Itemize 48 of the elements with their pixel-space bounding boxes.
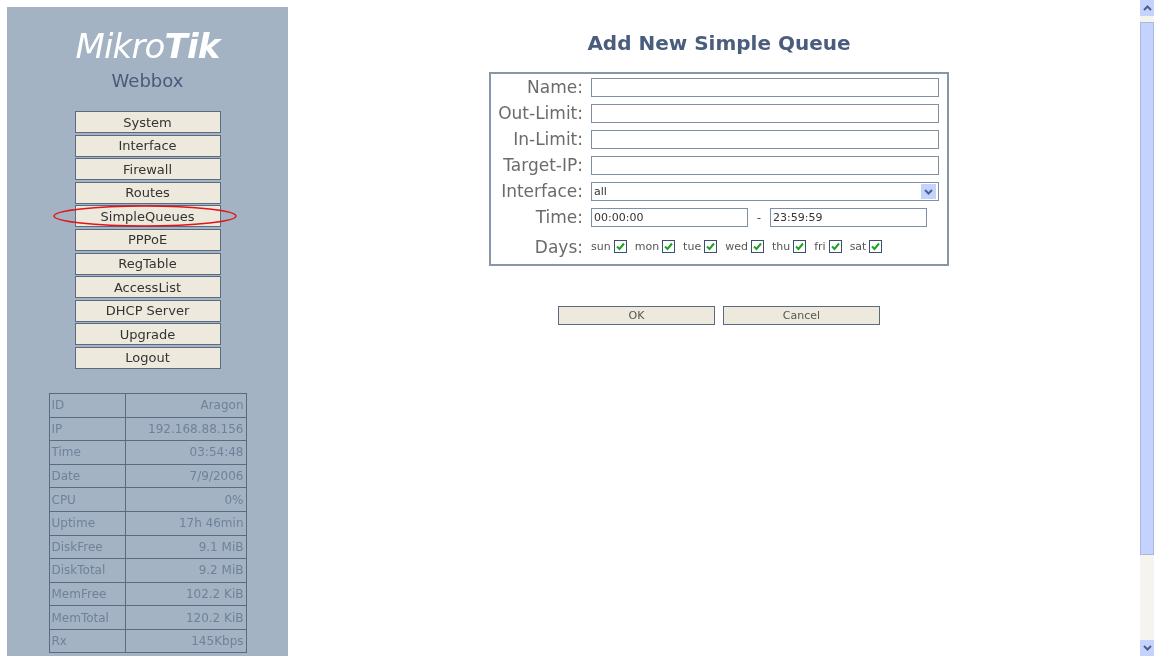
text-field[interactable]	[591, 104, 939, 123]
day-label: mon	[634, 238, 660, 255]
day-label: tue	[683, 238, 702, 255]
scrollbar[interactable]	[1140, 0, 1154, 656]
form-button[interactable]: OK	[558, 306, 715, 325]
menu-button[interactable]: Upgrade	[74, 323, 221, 346]
field-label: Out-Limit:	[497, 105, 584, 122]
scroll-down-icon[interactable]	[1140, 640, 1154, 656]
scroll-thumb[interactable]	[1140, 22, 1154, 555]
day-checkbox[interactable]	[613, 240, 627, 254]
page-title: Add New Simple Queue	[587, 30, 851, 57]
day-label: wed	[725, 238, 748, 255]
text-field[interactable]	[591, 156, 939, 175]
menu-button[interactable]: RegTable	[74, 252, 221, 275]
form-button[interactable]: Cancel	[723, 306, 880, 325]
menu-button[interactable]: AccessList	[74, 276, 221, 299]
interface-dropdown[interactable]: all	[591, 182, 939, 201]
menu-button[interactable]: Routes	[74, 181, 221, 204]
day-checkbox[interactable]	[793, 240, 807, 254]
day-checkbox[interactable]	[828, 240, 842, 254]
field-label: Interface:	[500, 183, 584, 200]
field-label: Days:	[533, 238, 584, 256]
field-label: Time:	[534, 209, 584, 226]
text-field[interactable]	[591, 78, 939, 97]
menu-button[interactable]: Logout	[74, 346, 221, 369]
brand-logo: MikroTik	[75, 29, 220, 63]
day-checkbox[interactable]	[869, 240, 883, 254]
field-label: Target-IP:	[502, 157, 584, 174]
menu-button[interactable]: Interface	[74, 134, 221, 157]
field-label: Name:	[526, 79, 584, 96]
scroll-up-icon[interactable]	[1140, 0, 1154, 16]
time-to-field[interactable]: 23:59:59	[770, 208, 927, 227]
day-label: sun	[591, 238, 611, 255]
menu-button[interactable]: DHCP Server	[74, 299, 221, 322]
product-name: Webbox	[111, 69, 184, 93]
day-checkbox[interactable]	[662, 240, 676, 254]
menu-button[interactable]: PPPoE	[74, 228, 221, 251]
day-checkbox[interactable]	[704, 240, 718, 254]
day-checkbox[interactable]	[750, 240, 764, 254]
day-label: sat	[849, 238, 867, 255]
day-label: fri	[814, 238, 826, 255]
menu-button[interactable]: Firewall	[74, 158, 221, 181]
text-field[interactable]	[591, 130, 939, 149]
day-label: thu	[771, 238, 791, 255]
time-from-field[interactable]: 00:00:00	[591, 208, 748, 227]
menu-button[interactable]: System	[74, 111, 221, 133]
field-label: In-Limit:	[512, 131, 584, 148]
range-separator: -	[755, 209, 763, 227]
